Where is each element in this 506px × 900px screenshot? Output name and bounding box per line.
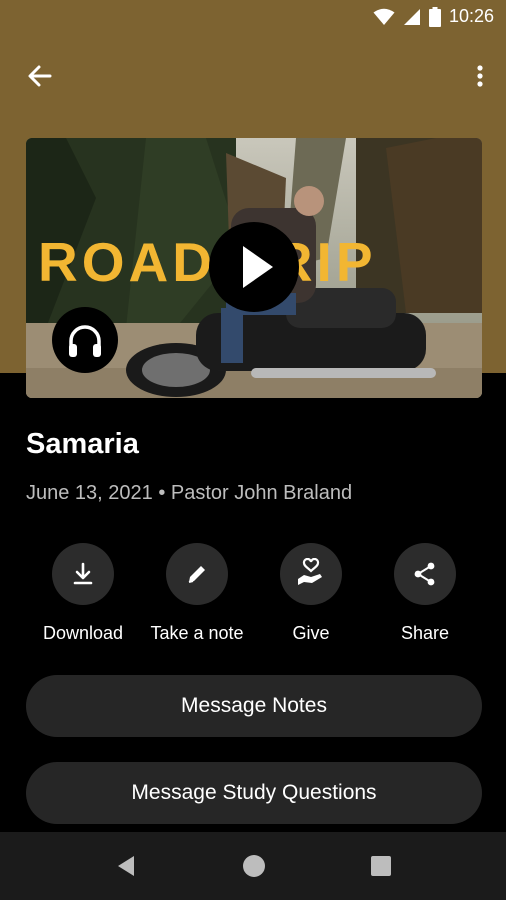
share-label: Share [400,623,450,643]
play-button[interactable] [209,222,299,312]
battery-icon [428,6,441,27]
take-note-action[interactable]: Take a note [137,543,257,644]
nav-home-button[interactable] [240,852,268,880]
wifi-icon [373,8,395,25]
message-notes-button[interactable]: Message Notes [26,675,482,737]
download-action[interactable]: Download [23,543,143,644]
share-action[interactable]: Share [365,543,485,644]
cellular-signal-icon [403,8,420,25]
thumbnail-title: ROAD TRIP [38,231,377,293]
download-button[interactable] [52,543,114,605]
give-action[interactable]: Give [251,543,371,644]
nav-home-icon [243,855,265,877]
status-time: 10:26 [448,6,494,26]
action-row: Download Take a note Give Share [0,543,506,653]
headphones-icon [69,325,101,357]
sermon-title: Samaria [26,428,139,460]
arrow-left-icon [28,65,52,87]
take-note-label: Take a note [150,623,244,643]
give-button[interactable] [280,543,342,605]
audio-play-button[interactable] [52,307,118,373]
system-navigation-bar [0,832,506,900]
more-vert-icon [477,65,483,87]
download-icon [73,562,93,585]
give-hand-heart-icon [298,558,322,585]
take-note-button[interactable] [166,543,228,605]
nav-back-icon [118,856,134,876]
download-label: Download [42,623,124,643]
pencil-icon [188,566,205,583]
status-bar: 10:26 [0,0,506,36]
more-options-button[interactable] [468,58,492,94]
play-icon [243,246,273,288]
nav-back-button[interactable] [113,852,141,880]
share-icon [414,562,435,586]
sermon-meta: June 13, 2021 • Pastor John Braland [26,482,353,504]
give-label: Give [292,623,330,643]
app-bar [0,52,506,96]
message-study-questions-button[interactable]: Message Study Questions [26,762,482,824]
share-button[interactable] [394,543,456,605]
nav-recents-button[interactable] [367,852,395,880]
back-button[interactable] [22,58,58,94]
nav-recents-icon [371,856,391,876]
